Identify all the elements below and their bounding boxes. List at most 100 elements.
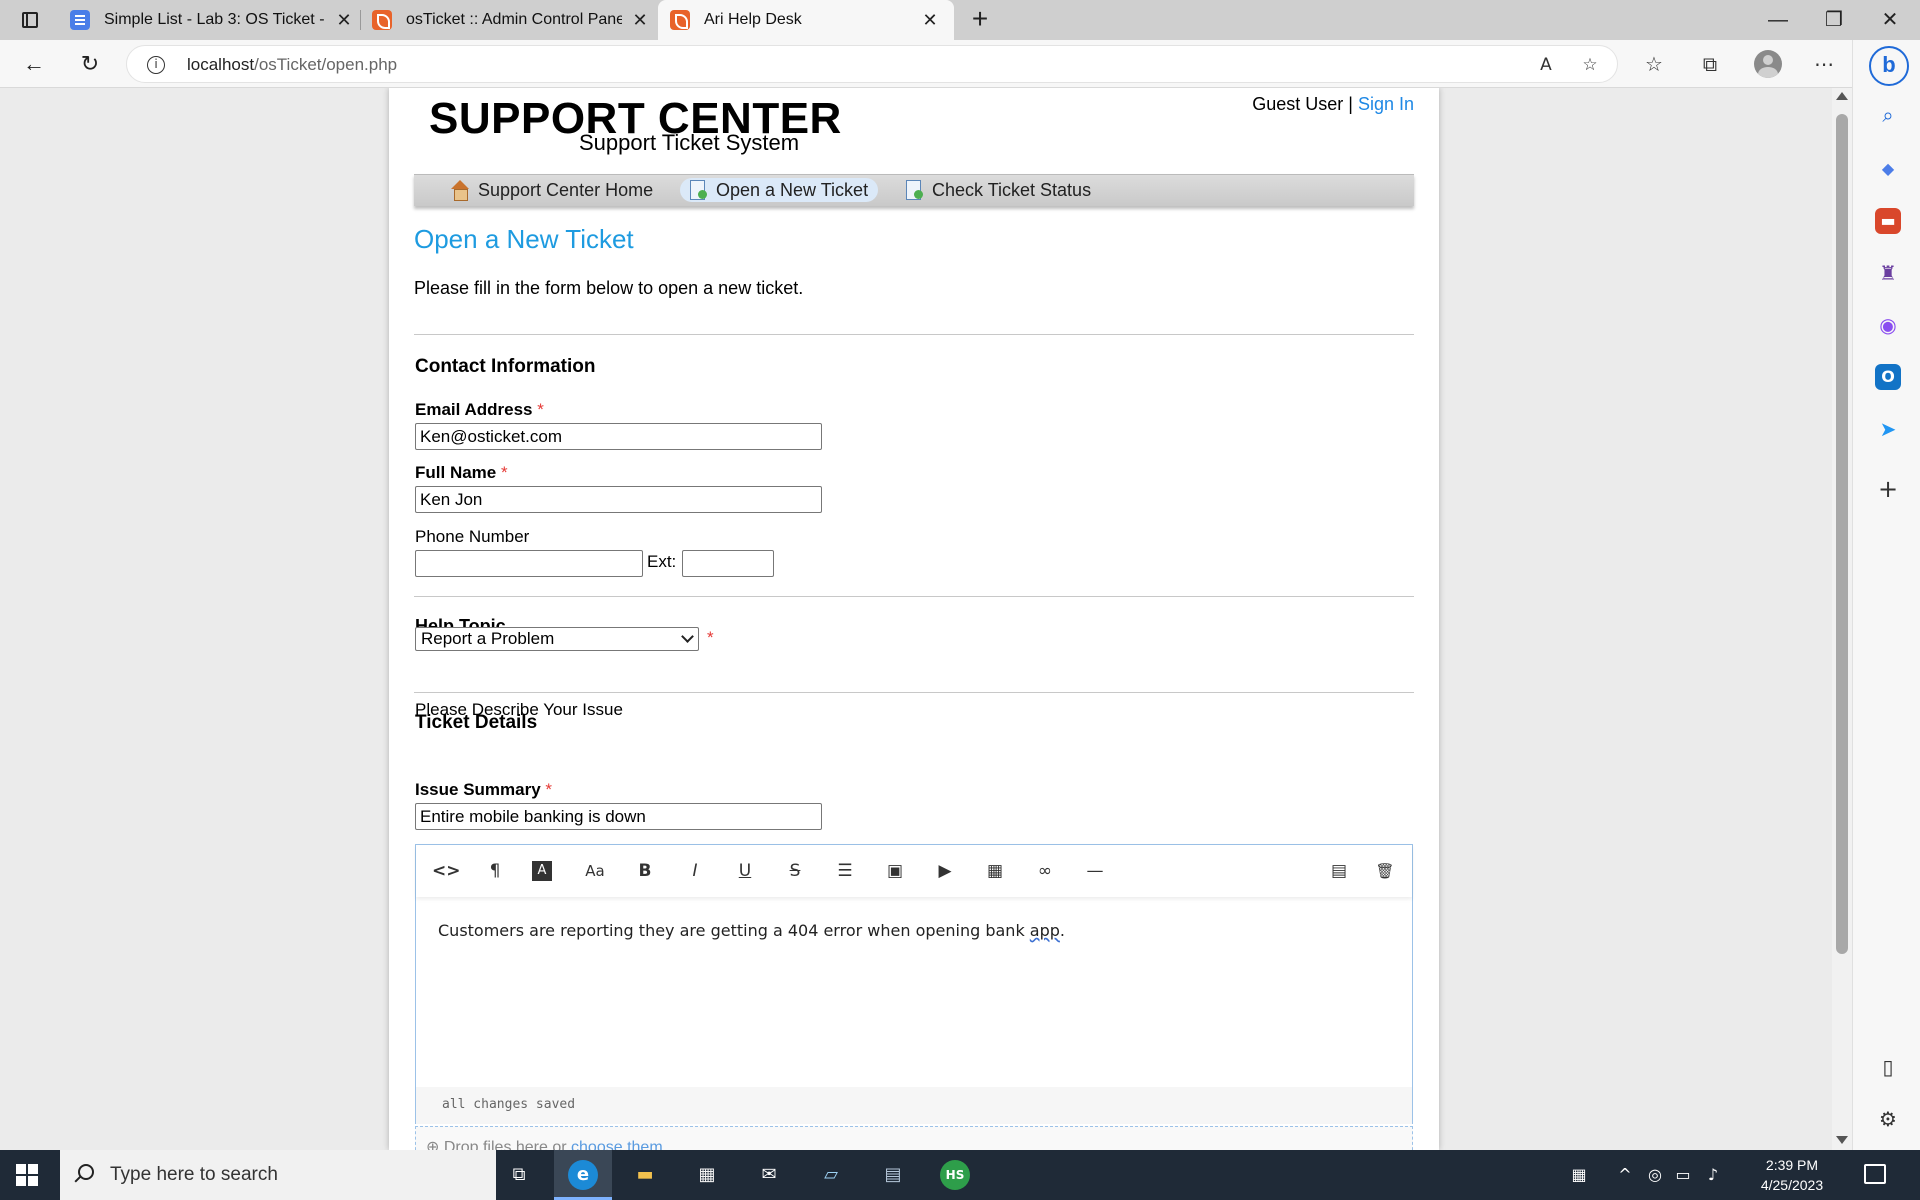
notification-icon[interactable] xyxy=(1864,1164,1886,1184)
new-tab-button[interactable]: + xyxy=(966,5,994,34)
scroll-up-icon[interactable] xyxy=(1836,92,1848,100)
tab-actions-icon[interactable] xyxy=(18,8,42,32)
send-icon[interactable]: ➤ xyxy=(1875,416,1901,442)
url-path: /osTicket/open.php xyxy=(254,55,398,74)
issue-summary-field[interactable] xyxy=(415,803,822,830)
delete-draft-icon[interactable]: 🗑 xyxy=(1372,858,1398,884)
table-icon[interactable]: ▦ xyxy=(982,858,1008,884)
windows-start-icon[interactable] xyxy=(16,1164,38,1186)
save-draft-icon[interactable]: ▤ xyxy=(1326,858,1352,884)
upload-icon: ⊕ xyxy=(426,1139,440,1150)
address-bar[interactable]: i localhost/osTicket/open.php A ☆ xyxy=(126,45,1618,83)
email-field[interactable] xyxy=(415,423,822,450)
tab-separator xyxy=(360,10,361,30)
profile-icon[interactable] xyxy=(1754,50,1782,78)
choose-files-link[interactable]: choose them xyxy=(571,1139,663,1150)
full-name-field[interactable] xyxy=(415,486,822,513)
hs-icon[interactable]: HS xyxy=(940,1160,970,1190)
nav-support-center-home[interactable]: Support Center Home xyxy=(442,178,663,202)
paragraph-icon[interactable]: ¶ xyxy=(482,858,508,884)
bing-copilot-icon[interactable]: b xyxy=(1869,46,1909,86)
show-hidden-icons-icon[interactable]: ^ xyxy=(1614,1164,1636,1186)
more-icon[interactable]: ⋯ xyxy=(1810,50,1838,78)
font-size-icon[interactable]: Aa xyxy=(582,858,608,884)
drop-text: Drop files here or xyxy=(443,1139,572,1150)
nav-check-ticket-status[interactable]: Check Ticket Status xyxy=(896,178,1101,202)
guest-user-label: Guest User | xyxy=(1252,94,1353,114)
tab-simple-list[interactable]: Simple List - Lab 3: OS Ticket - G ✕ xyxy=(70,0,354,40)
nav-label: Check Ticket Status xyxy=(932,179,1092,200)
message-editor[interactable]: <> ¶ A Aa B I U S ☰ ▣ ▶ ▦ ∞ — ▤ 🗑 Custom… xyxy=(415,844,1413,1124)
close-icon[interactable]: ✕ xyxy=(920,10,940,30)
refresh-icon[interactable]: ↻ xyxy=(76,50,104,78)
minimize-button[interactable]: — xyxy=(1750,0,1806,40)
task-view-icon[interactable]: ⧉ xyxy=(504,1160,534,1190)
outlook-icon[interactable]: O xyxy=(1875,364,1901,390)
store-icon[interactable]: ▦ xyxy=(692,1160,722,1190)
info-icon[interactable]: i xyxy=(147,56,165,74)
add-favorite-icon[interactable]: ☆ xyxy=(1579,54,1601,76)
italic-icon[interactable]: I xyxy=(682,858,708,884)
close-icon[interactable]: ✕ xyxy=(334,10,354,30)
tools-icon[interactable]: ▬ xyxy=(1875,208,1901,234)
restore-button[interactable]: ❐ xyxy=(1806,0,1862,40)
split-screen-icon[interactable]: ▯ xyxy=(1875,1054,1901,1080)
meet-now-icon[interactable]: ◎ xyxy=(1644,1164,1666,1186)
shopping-tag-icon[interactable]: ◆ xyxy=(1875,156,1901,182)
full-name-label-text: Full Name xyxy=(415,463,497,482)
file-dropzone[interactable]: ⊕ Drop files here or choose them xyxy=(415,1126,1413,1150)
close-window-button[interactable]: ✕ xyxy=(1862,0,1918,40)
keyboard-icon[interactable]: ▦ xyxy=(1568,1164,1590,1186)
add-icon[interactable]: + xyxy=(1875,476,1901,502)
new-ticket-icon xyxy=(688,180,708,200)
office-icon[interactable]: ◉ xyxy=(1875,312,1901,338)
clock[interactable]: 2:39 PM 4/25/2023 xyxy=(1744,1155,1840,1195)
collections-icon[interactable]: ⧉ xyxy=(1696,50,1724,78)
list-icon[interactable]: ☰ xyxy=(832,858,858,884)
notepad-icon[interactable]: ▱ xyxy=(816,1160,846,1190)
underline-icon[interactable]: U xyxy=(732,858,758,884)
file-explorer-icon[interactable]: ▬ xyxy=(630,1160,660,1190)
code-view-icon[interactable]: <> xyxy=(432,858,461,884)
required-mark: * xyxy=(707,628,714,647)
text-color-icon[interactable]: A xyxy=(532,861,552,881)
video-icon[interactable]: ▶ xyxy=(932,858,958,884)
bold-icon[interactable]: B xyxy=(632,858,658,884)
scrollbar-thumb[interactable] xyxy=(1836,114,1848,954)
page-scrollbar[interactable] xyxy=(1832,88,1852,1150)
favorites-icon[interactable]: ☆ xyxy=(1640,50,1668,78)
settings-icon[interactable]: ⚙ xyxy=(1875,1106,1901,1132)
scroll-down-icon[interactable] xyxy=(1836,1136,1848,1144)
taskbar-search-box[interactable]: Type here to search xyxy=(60,1150,496,1200)
read-aloud-icon[interactable]: A xyxy=(1535,54,1557,76)
help-topic-select[interactable]: Report a Problem xyxy=(415,627,699,651)
nav-open-new-ticket[interactable]: Open a New Ticket xyxy=(680,178,879,202)
tab-ari-help-desk[interactable]: Ari Help Desk ✕ xyxy=(658,0,954,40)
horizontal-rule-icon[interactable]: — xyxy=(1082,858,1108,884)
phone-ext-field[interactable] xyxy=(682,550,774,577)
edge-icon[interactable]: e xyxy=(568,1160,598,1190)
nav-label: Open a New Ticket xyxy=(716,179,869,200)
games-icon[interactable]: ♜ xyxy=(1875,260,1901,286)
sign-in-link[interactable]: Sign In xyxy=(1358,94,1414,114)
ticket-details-description: Please Describe Your Issue xyxy=(415,700,623,719)
windows-taskbar: Type here to search ⧉ e ▬ ▦ ✉ ▱ ▤ HS ▦ ^… xyxy=(0,1150,1920,1200)
network-icon[interactable]: ▭ xyxy=(1672,1164,1694,1186)
search-icon[interactable]: ⌕ xyxy=(1875,102,1901,128)
address-toolbar: ← ↻ i localhost/osTicket/open.php A ☆ xyxy=(0,40,1920,88)
close-icon[interactable]: ✕ xyxy=(630,10,650,30)
volume-icon[interactable]: ♪ xyxy=(1702,1164,1724,1186)
strikethrough-icon[interactable]: S xyxy=(782,858,808,884)
phone-number-field[interactable] xyxy=(415,550,643,577)
mail-icon[interactable]: ✉ xyxy=(754,1160,784,1190)
image-icon[interactable]: ▣ xyxy=(882,858,908,884)
home-icon xyxy=(450,180,470,201)
editor-content[interactable]: Customers are reporting they are getting… xyxy=(438,921,1065,940)
tab-admin-control-panel[interactable]: osTicket :: Admin Control Panel ✕ xyxy=(372,0,650,40)
main-nav: Support Center Home Open a New Ticket Ch… xyxy=(414,174,1414,206)
app-icon[interactable]: ▤ xyxy=(878,1160,908,1190)
back-arrow-icon[interactable]: ← xyxy=(20,50,48,78)
misspelled-word: app xyxy=(1029,921,1060,940)
url-text[interactable]: localhost/osTicket/open.php xyxy=(187,55,397,75)
link-icon[interactable]: ∞ xyxy=(1032,858,1058,884)
